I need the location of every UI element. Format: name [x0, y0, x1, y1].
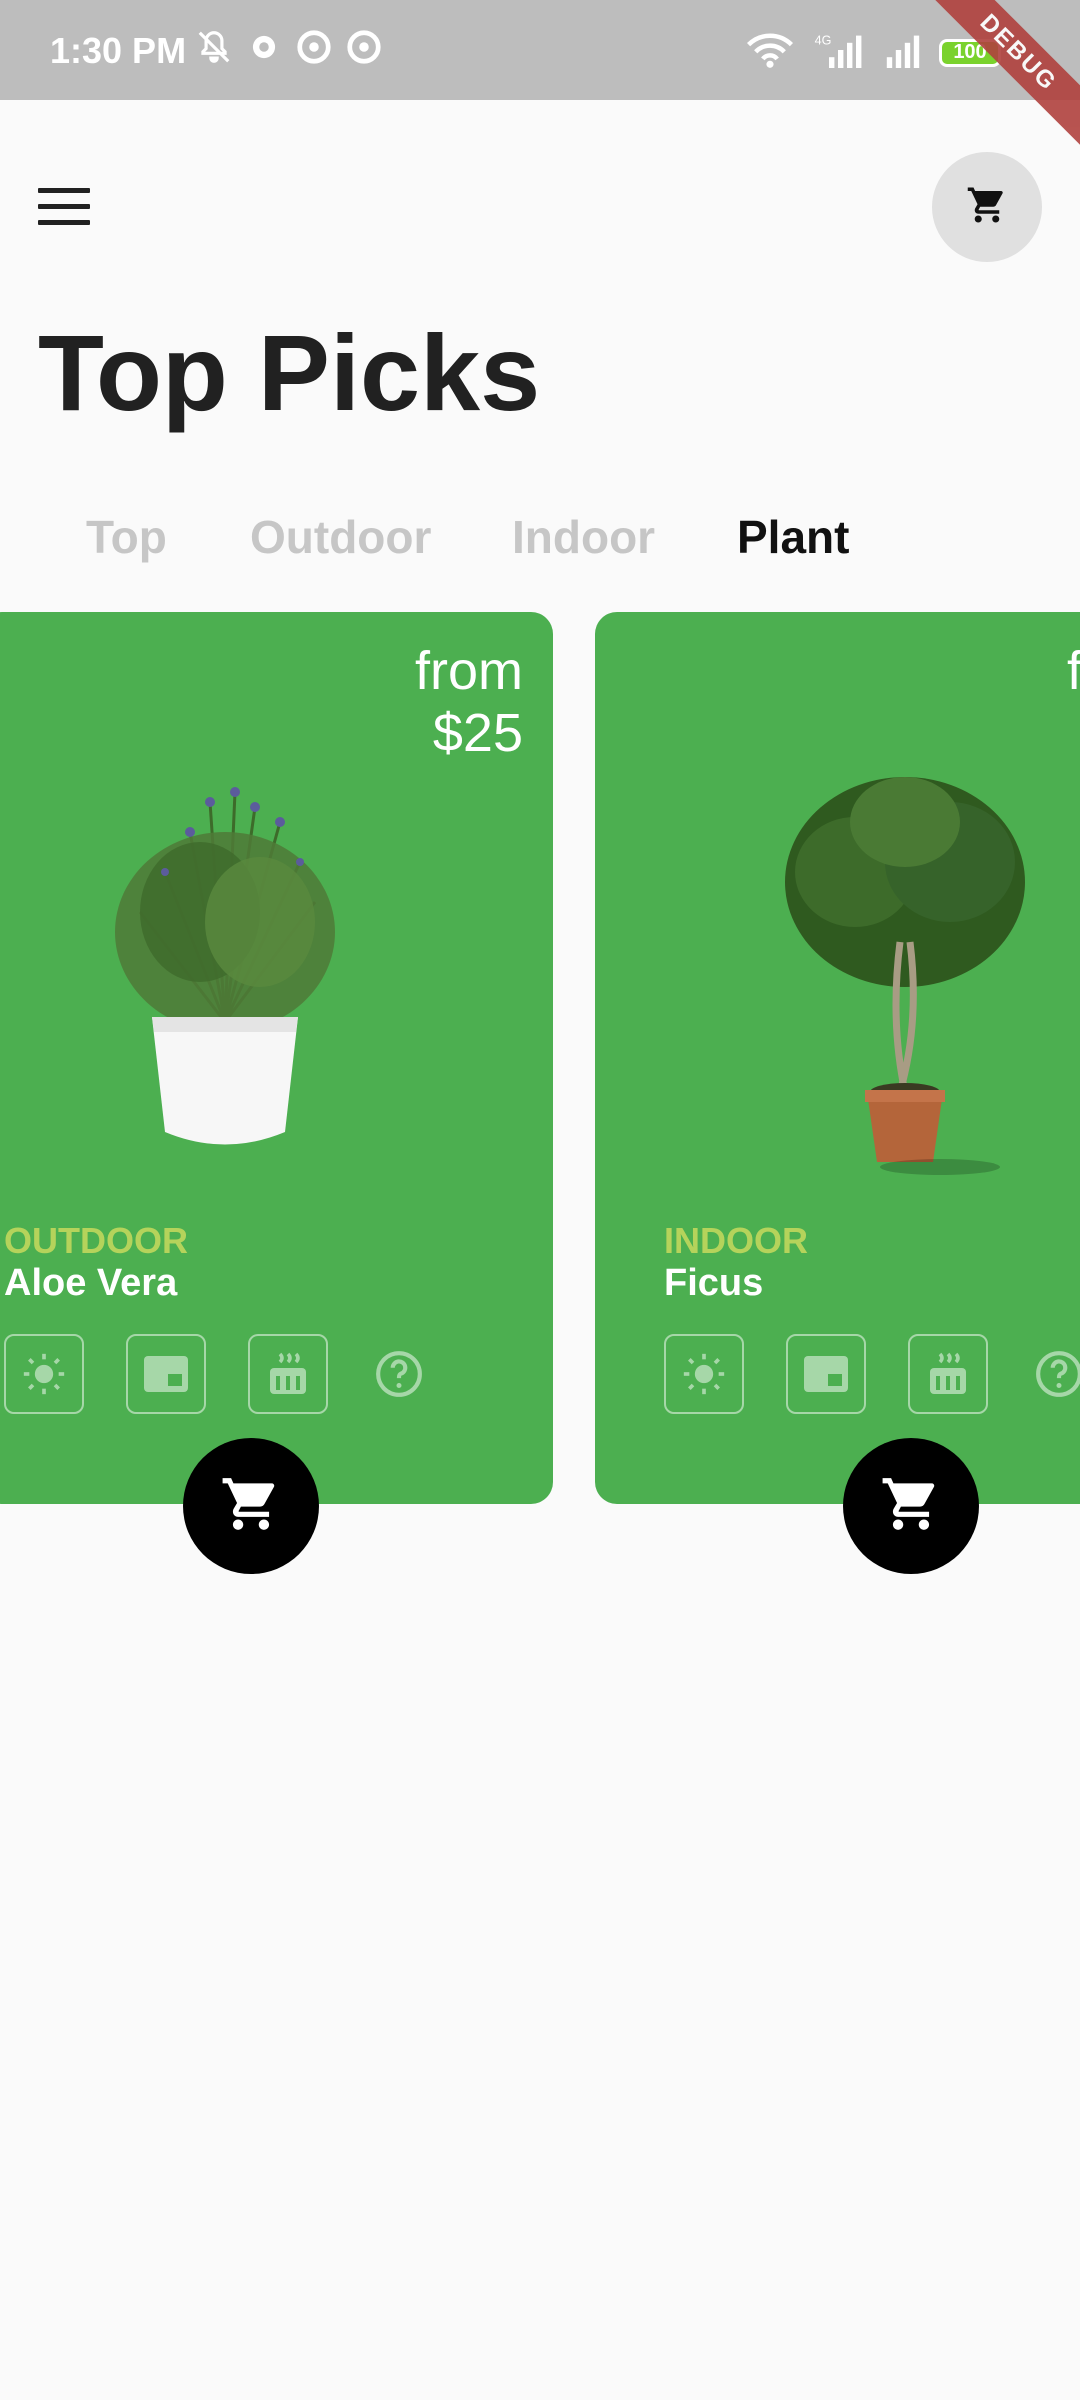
menu-icon-bar: [38, 220, 90, 225]
water-heater-icon: [248, 1334, 328, 1414]
help-icon: [1034, 1349, 1080, 1399]
tab-indoor[interactable]: Indoor: [512, 510, 655, 564]
signal-icon: 4G: [809, 32, 867, 73]
card-clip: f INDOOR Ficus: [595, 612, 1080, 1612]
status-bar: 1:30 PM 4G 100 DEBUG: [0, 0, 1080, 153]
wifi-icon: [745, 32, 795, 73]
product-price: from $25: [415, 640, 523, 764]
help-icon: [374, 1349, 424, 1399]
tab-outdoor[interactable]: Outdoor: [250, 510, 431, 564]
shopping-cart-icon: [220, 1473, 282, 1540]
category-tabs: Top Outdoor Indoor Plant: [0, 510, 1080, 580]
product-name: Aloe Vera: [4, 1262, 178, 1304]
debug-banner: DEBUG: [918, 0, 1080, 153]
menu-icon-bar: [38, 204, 90, 209]
tab-top[interactable]: Top: [86, 510, 167, 564]
price-value: $25: [432, 703, 523, 763]
status-time: 1:30 PM: [50, 30, 187, 71]
product-category: INDOOR: [664, 1220, 808, 1261]
plant-image: [80, 762, 370, 1167]
add-to-cart-button[interactable]: [183, 1438, 319, 1574]
product-card-aloe-vera[interactable]: from $25 OUTDOOR Aloe Vera: [0, 612, 553, 1574]
plant-image: [765, 762, 1045, 1187]
sun-icon: [664, 1334, 744, 1414]
status-notification-icons: [195, 28, 383, 66]
shopping-cart-icon: [880, 1473, 942, 1540]
window-icon: [786, 1334, 866, 1414]
cart-button[interactable]: [932, 152, 1042, 262]
product-category: OUTDOOR: [4, 1220, 188, 1261]
signal-icon-2: [881, 32, 925, 73]
product-features: [664, 1334, 1080, 1414]
add-to-cart-button[interactable]: [843, 1438, 979, 1574]
price-prefix: from: [415, 641, 523, 701]
status-system-icons: 4G 100: [745, 32, 1001, 73]
product-name: Ficus: [664, 1262, 764, 1304]
menu-icon-bar: [38, 188, 90, 193]
price-prefix: f: [1067, 641, 1080, 701]
menu-button[interactable]: [38, 188, 90, 228]
svg-text:4G: 4G: [815, 34, 832, 48]
sync-icon: [295, 28, 333, 66]
product-features: [4, 1334, 424, 1414]
sync-icon-2: [345, 28, 383, 66]
sun-icon: [4, 1334, 84, 1414]
tab-plant[interactable]: Plant: [737, 510, 849, 564]
product-card-ficus[interactable]: f INDOOR Ficus: [595, 612, 1080, 1574]
window-icon: [126, 1334, 206, 1414]
water-heater-icon: [908, 1334, 988, 1414]
shopping-cart-icon: [966, 184, 1008, 231]
page-title: Top Picks: [38, 312, 541, 433]
product-price: f: [1067, 640, 1080, 702]
settings-icon: [245, 28, 283, 66]
mute-icon: [195, 28, 233, 66]
